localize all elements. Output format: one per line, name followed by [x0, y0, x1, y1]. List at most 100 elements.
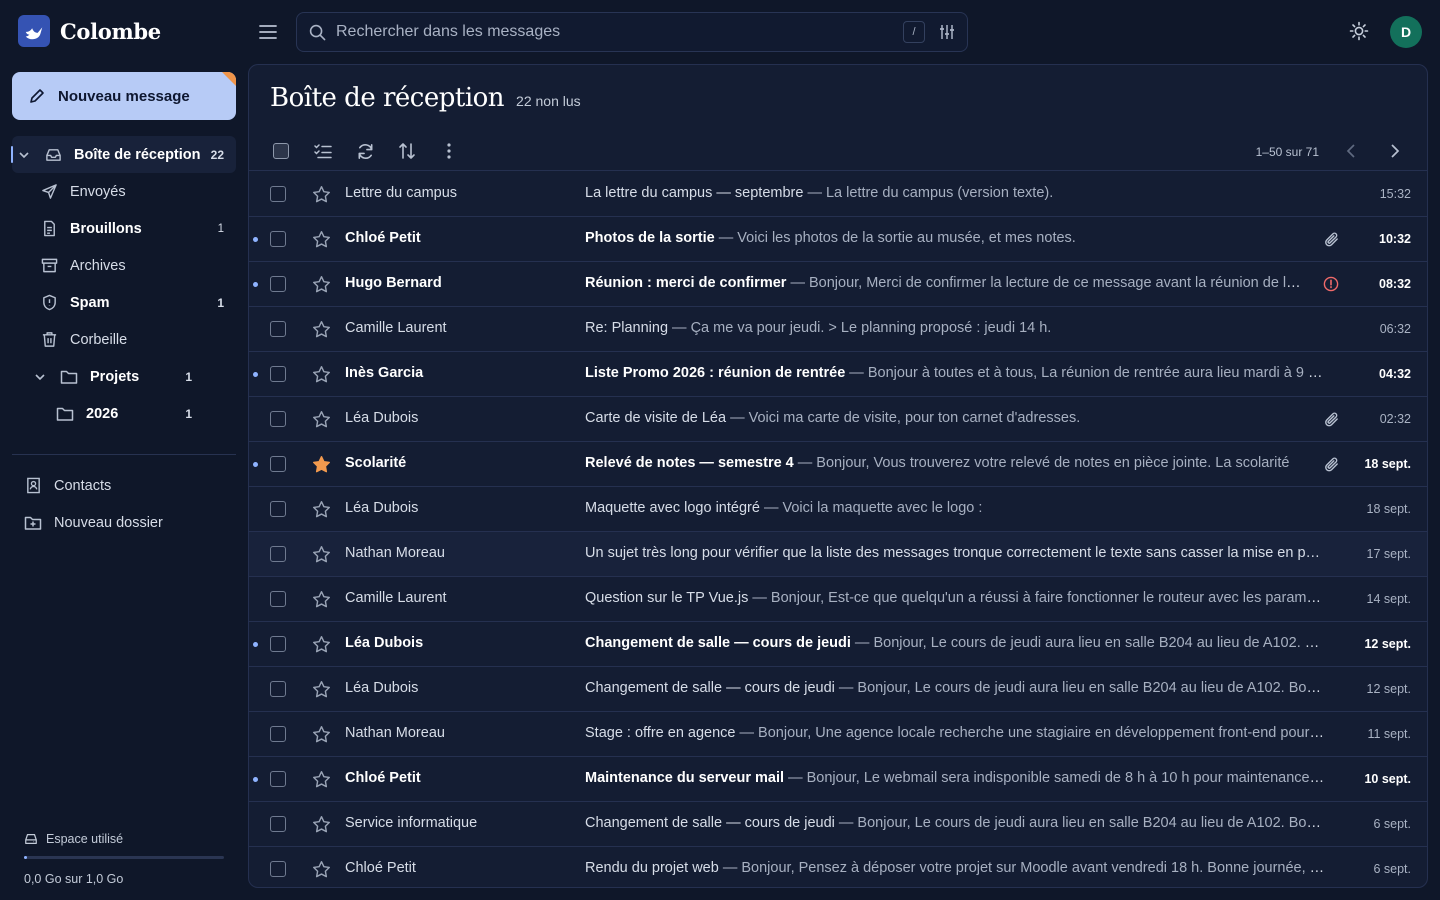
message-summary: Rendu du projet web — Bonjour, Pensez à …: [585, 860, 1327, 876]
row-checkbox[interactable]: [270, 276, 286, 292]
row-checkbox[interactable]: [270, 681, 286, 697]
star-icon[interactable]: [312, 815, 331, 834]
previous-page-icon[interactable]: [1339, 139, 1363, 163]
sidebar-item-contacts[interactable]: Contacts: [12, 467, 236, 504]
message-time: 18 sept.: [1366, 502, 1411, 516]
app-logo[interactable]: Colombe: [18, 15, 161, 47]
message-preview: — Bonjour, Le cours de jeudi aura lieu e…: [834, 680, 1327, 696]
message-row[interactable]: Léa Dubois Changement de salle — cours d…: [249, 622, 1427, 667]
chevron-down-icon[interactable]: [34, 371, 46, 383]
user-avatar[interactable]: D: [1390, 16, 1422, 48]
star-icon[interactable]: [312, 185, 331, 204]
message-time: 12 sept.: [1366, 682, 1411, 696]
row-checkbox[interactable]: [270, 726, 286, 742]
message-row[interactable]: Hugo Bernard Réunion : merci de confirme…: [249, 262, 1427, 307]
folder-list: Boîte de réception 22 Envoyés Brouillons…: [11, 136, 236, 432]
message-row[interactable]: Service informatique Changement de salle…: [249, 802, 1427, 847]
message-summary: Liste Promo 2026 : réunion de rentrée — …: [585, 365, 1327, 381]
message-row[interactable]: Léa Dubois Changement de salle — cours d…: [249, 667, 1427, 712]
row-checkbox[interactable]: [270, 366, 286, 382]
star-icon[interactable]: [312, 860, 331, 879]
sidebar-item-sent[interactable]: Envoyés: [12, 173, 236, 210]
row-checkbox[interactable]: [270, 411, 286, 427]
star-icon[interactable]: [312, 365, 331, 384]
star-icon[interactable]: [312, 320, 331, 339]
search-input[interactable]: [336, 23, 903, 41]
new-folder-button[interactable]: Nouveau dossier: [12, 504, 236, 541]
message-row[interactable]: Scolarité Relevé de notes — semestre 4 —…: [249, 442, 1427, 487]
message-sender: Inès Garcia: [345, 365, 424, 381]
star-icon[interactable]: [312, 545, 331, 564]
star-icon[interactable]: [312, 680, 331, 699]
sidebar-item-spam[interactable]: Spam 1: [12, 284, 236, 321]
document-icon: [40, 220, 58, 238]
theme-toggle-icon[interactable]: [1349, 21, 1369, 41]
message-row[interactable]: Camille Laurent Re: Planning — Ça me va …: [249, 307, 1427, 352]
menu-icon[interactable]: [256, 20, 280, 44]
search-icon: [309, 24, 326, 41]
sidebar-item-projets[interactable]: Projets 1: [12, 358, 236, 395]
sidebar-item-trash[interactable]: Corbeille: [12, 321, 236, 358]
message-time: 15:32: [1379, 187, 1411, 201]
message-row[interactable]: Chloé Petit Rendu du projet web — Bonjou…: [249, 847, 1427, 887]
message-sender: Lettre du campus: [345, 185, 458, 201]
message-row[interactable]: Nathan Moreau Un sujet très long pour vé…: [249, 532, 1427, 577]
sidebar-item-inbox[interactable]: Boîte de réception 22: [11, 136, 236, 173]
message-subject: Maintenance du serveur mail: [585, 770, 785, 786]
row-checkbox[interactable]: [270, 456, 286, 472]
star-icon[interactable]: [312, 275, 331, 294]
more-options-icon[interactable]: [437, 139, 461, 163]
sidebar-item-archives[interactable]: Archives: [12, 247, 236, 284]
row-checkbox[interactable]: [270, 861, 286, 877]
message-row[interactable]: Nathan Moreau Stage : offre en agence — …: [249, 712, 1427, 757]
message-subject: La lettre du campus — septembre: [585, 185, 804, 201]
search-filters-icon[interactable]: [939, 24, 955, 40]
select-all-checkbox[interactable]: [269, 139, 293, 163]
message-row[interactable]: Chloé Petit Maintenance du serveur mail …: [249, 757, 1427, 802]
select-options-icon[interactable]: [311, 139, 335, 163]
storage-bar-fill: [24, 856, 27, 859]
row-checkbox[interactable]: [270, 816, 286, 832]
storage-bar: [24, 856, 224, 859]
row-checkbox[interactable]: [270, 636, 286, 652]
message-subject: Un sujet très long pour vérifier que la …: [585, 545, 1327, 561]
sidebar-item-label: 2026: [86, 405, 119, 422]
star-icon[interactable]: [312, 500, 331, 519]
sidebar-item-drafts[interactable]: Brouillons 1: [12, 210, 236, 247]
sidebar-item-label: Projets: [90, 368, 140, 385]
message-subject: Relevé de notes — semestre 4: [585, 455, 794, 471]
sort-icon[interactable]: [395, 139, 419, 163]
refresh-icon[interactable]: [353, 139, 377, 163]
row-checkbox[interactable]: [270, 546, 286, 562]
compose-button[interactable]: Nouveau message: [12, 72, 236, 120]
star-filled-icon[interactable]: [312, 455, 331, 474]
message-sender: Chloé Petit: [345, 770, 421, 786]
message-subject: Question sur le TP Vue.js: [585, 590, 749, 606]
row-checkbox[interactable]: [270, 231, 286, 247]
star-icon[interactable]: [312, 635, 331, 654]
message-row[interactable]: Lettre du campus La lettre du campus — s…: [249, 172, 1427, 217]
compose-label: Nouveau message: [58, 87, 190, 105]
row-checkbox[interactable]: [270, 186, 286, 202]
message-row[interactable]: Léa Dubois Maquette avec logo intégré — …: [249, 487, 1427, 532]
row-checkbox[interactable]: [270, 771, 286, 787]
unread-dot: [253, 282, 258, 287]
next-page-icon[interactable]: [1383, 139, 1407, 163]
search-bar[interactable]: /: [296, 12, 968, 52]
star-icon[interactable]: [312, 725, 331, 744]
chevron-down-icon[interactable]: [18, 149, 30, 161]
message-row[interactable]: Camille Laurent Question sur le TP Vue.j…: [249, 577, 1427, 622]
star-icon[interactable]: [312, 410, 331, 429]
unread-count: 22: [210, 147, 224, 162]
message-row[interactable]: Léa Dubois Carte de visite de Léa — Voic…: [249, 397, 1427, 442]
star-icon[interactable]: [312, 770, 331, 789]
row-checkbox[interactable]: [270, 501, 286, 517]
message-row[interactable]: Inès Garcia Liste Promo 2026 : réunion d…: [249, 352, 1427, 397]
message-row[interactable]: Chloé Petit Photos de la sortie — Voici …: [249, 217, 1427, 262]
message-time: 17 sept.: [1366, 547, 1411, 561]
row-checkbox[interactable]: [270, 321, 286, 337]
row-checkbox[interactable]: [270, 591, 286, 607]
star-icon[interactable]: [312, 590, 331, 609]
star-icon[interactable]: [312, 230, 331, 249]
sidebar-item-2026[interactable]: 2026 1: [12, 395, 236, 432]
